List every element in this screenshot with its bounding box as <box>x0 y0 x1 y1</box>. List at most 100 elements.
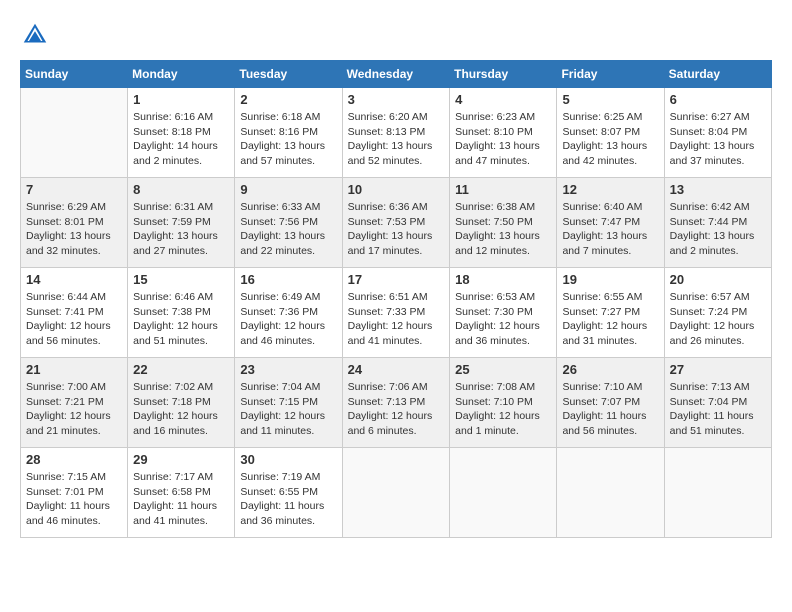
day-info: Sunrise: 7:06 AMSunset: 7:13 PMDaylight:… <box>348 380 445 439</box>
day-info: Sunrise: 7:04 AMSunset: 7:15 PMDaylight:… <box>240 380 336 439</box>
day-number: 16 <box>240 272 336 287</box>
day-info: Sunrise: 6:40 AMSunset: 7:47 PMDaylight:… <box>562 200 658 259</box>
column-header-monday: Monday <box>128 61 235 88</box>
column-header-saturday: Saturday <box>664 61 771 88</box>
day-info: Sunrise: 7:13 AMSunset: 7:04 PMDaylight:… <box>670 380 766 439</box>
calendar-cell: 7 Sunrise: 6:29 AMSunset: 8:01 PMDaylight… <box>21 178 128 268</box>
column-header-wednesday: Wednesday <box>342 61 450 88</box>
calendar-cell: 12 Sunrise: 6:40 AMSunset: 7:47 PMDayligh… <box>557 178 664 268</box>
day-number: 23 <box>240 362 336 377</box>
calendar-cell: 28 Sunrise: 7:15 AMSunset: 7:01 PMDayligh… <box>21 448 128 538</box>
column-header-friday: Friday <box>557 61 664 88</box>
week-row-3: 14 Sunrise: 6:44 AMSunset: 7:41 PMDayligh… <box>21 268 772 358</box>
day-info: Sunrise: 6:20 AMSunset: 8:13 PMDaylight:… <box>348 110 445 169</box>
calendar-cell: 8 Sunrise: 6:31 AMSunset: 7:59 PMDaylight… <box>128 178 235 268</box>
calendar-cell: 3 Sunrise: 6:20 AMSunset: 8:13 PMDaylight… <box>342 88 450 178</box>
day-number: 19 <box>562 272 658 287</box>
column-header-sunday: Sunday <box>21 61 128 88</box>
calendar-cell: 25 Sunrise: 7:08 AMSunset: 7:10 PMDayligh… <box>450 358 557 448</box>
day-number: 30 <box>240 452 336 467</box>
day-info: Sunrise: 6:36 AMSunset: 7:53 PMDaylight:… <box>348 200 445 259</box>
calendar-header-row: SundayMondayTuesdayWednesdayThursdayFrid… <box>21 61 772 88</box>
day-number: 10 <box>348 182 445 197</box>
calendar-cell <box>557 448 664 538</box>
calendar-cell: 5 Sunrise: 6:25 AMSunset: 8:07 PMDaylight… <box>557 88 664 178</box>
day-number: 22 <box>133 362 229 377</box>
calendar-cell: 2 Sunrise: 6:18 AMSunset: 8:16 PMDaylight… <box>235 88 342 178</box>
calendar-cell: 20Sunrise: 6:57 AMSunset: 7:24 PMDayligh… <box>664 268 771 358</box>
day-number: 7 <box>26 182 122 197</box>
calendar-cell: 19 Sunrise: 6:55 AMSunset: 7:27 PMDayligh… <box>557 268 664 358</box>
day-number: 14 <box>26 272 122 287</box>
day-number: 25 <box>455 362 551 377</box>
day-info: Sunrise: 7:08 AMSunset: 7:10 PMDaylight:… <box>455 380 551 439</box>
calendar-cell: 15 Sunrise: 6:46 AMSunset: 7:38 PMDayligh… <box>128 268 235 358</box>
calendar-cell: 11 Sunrise: 6:38 AMSunset: 7:50 PMDayligh… <box>450 178 557 268</box>
day-number: 8 <box>133 182 229 197</box>
day-number: 4 <box>455 92 551 107</box>
calendar-cell: 13 Sunrise: 6:42 AMSunset: 7:44 PMDayligh… <box>664 178 771 268</box>
day-number: 2 <box>240 92 336 107</box>
calendar-cell: 30 Sunrise: 7:19 AMSunset: 6:55 PMDayligh… <box>235 448 342 538</box>
day-info: Sunrise: 6:31 AMSunset: 7:59 PMDaylight:… <box>133 200 229 259</box>
calendar-cell: 9 Sunrise: 6:33 AMSunset: 7:56 PMDaylight… <box>235 178 342 268</box>
calendar: SundayMondayTuesdayWednesdayThursdayFrid… <box>20 60 772 538</box>
day-info: Sunrise: 6:42 AMSunset: 7:44 PMDaylight:… <box>670 200 766 259</box>
day-info: Sunrise: 6:16 AMSunset: 8:18 PMDaylight:… <box>133 110 229 169</box>
day-number: 21 <box>26 362 122 377</box>
calendar-cell: 6Sunrise: 6:27 AMSunset: 8:04 PMDaylight… <box>664 88 771 178</box>
calendar-cell: 17 Sunrise: 6:51 AMSunset: 7:33 PMDayligh… <box>342 268 450 358</box>
day-number: 5 <box>562 92 658 107</box>
logo <box>20 20 54 50</box>
day-number: 17 <box>348 272 445 287</box>
day-number: 13 <box>670 182 766 197</box>
day-info: Sunrise: 6:49 AMSunset: 7:36 PMDaylight:… <box>240 290 336 349</box>
day-info: Sunrise: 6:27 AMSunset: 8:04 PMDaylight:… <box>670 110 766 169</box>
day-number: 28 <box>26 452 122 467</box>
week-row-1: 1 Sunrise: 6:16 AMSunset: 8:18 PMDaylight… <box>21 88 772 178</box>
day-number: 9 <box>240 182 336 197</box>
day-number: 24 <box>348 362 445 377</box>
calendar-cell <box>342 448 450 538</box>
day-info: Sunrise: 6:38 AMSunset: 7:50 PMDaylight:… <box>455 200 551 259</box>
calendar-cell <box>21 88 128 178</box>
day-info: Sunrise: 6:44 AMSunset: 7:41 PMDaylight:… <box>26 290 122 349</box>
day-info: Sunrise: 6:29 AMSunset: 8:01 PMDaylight:… <box>26 200 122 259</box>
day-number: 18 <box>455 272 551 287</box>
day-info: Sunrise: 6:23 AMSunset: 8:10 PMDaylight:… <box>455 110 551 169</box>
day-info: Sunrise: 7:10 AMSunset: 7:07 PMDaylight:… <box>562 380 658 439</box>
week-row-2: 7 Sunrise: 6:29 AMSunset: 8:01 PMDaylight… <box>21 178 772 268</box>
day-info: Sunrise: 6:25 AMSunset: 8:07 PMDaylight:… <box>562 110 658 169</box>
day-number: 11 <box>455 182 551 197</box>
day-info: Sunrise: 6:51 AMSunset: 7:33 PMDaylight:… <box>348 290 445 349</box>
calendar-cell: 10 Sunrise: 6:36 AMSunset: 7:53 PMDayligh… <box>342 178 450 268</box>
calendar-cell: 23 Sunrise: 7:04 AMSunset: 7:15 PMDayligh… <box>235 358 342 448</box>
calendar-cell: 22 Sunrise: 7:02 AMSunset: 7:18 PMDayligh… <box>128 358 235 448</box>
week-row-4: 21 Sunrise: 7:00 AMSunset: 7:21 PMDayligh… <box>21 358 772 448</box>
calendar-cell: 1 Sunrise: 6:16 AMSunset: 8:18 PMDaylight… <box>128 88 235 178</box>
day-number: 26 <box>562 362 658 377</box>
day-number: 12 <box>562 182 658 197</box>
day-info: Sunrise: 6:55 AMSunset: 7:27 PMDaylight:… <box>562 290 658 349</box>
day-info: Sunrise: 6:57 AMSunset: 7:24 PMDaylight:… <box>670 290 766 349</box>
day-info: Sunrise: 7:02 AMSunset: 7:18 PMDaylight:… <box>133 380 229 439</box>
day-number: 15 <box>133 272 229 287</box>
calendar-cell: 26 Sunrise: 7:10 AMSunset: 7:07 PMDayligh… <box>557 358 664 448</box>
day-number: 29 <box>133 452 229 467</box>
calendar-cell: 4 Sunrise: 6:23 AMSunset: 8:10 PMDaylight… <box>450 88 557 178</box>
day-info: Sunrise: 6:46 AMSunset: 7:38 PMDaylight:… <box>133 290 229 349</box>
calendar-cell: 16 Sunrise: 6:49 AMSunset: 7:36 PMDayligh… <box>235 268 342 358</box>
page-header <box>20 20 772 50</box>
column-header-tuesday: Tuesday <box>235 61 342 88</box>
day-info: Sunrise: 6:18 AMSunset: 8:16 PMDaylight:… <box>240 110 336 169</box>
day-info: Sunrise: 6:33 AMSunset: 7:56 PMDaylight:… <box>240 200 336 259</box>
day-info: Sunrise: 7:15 AMSunset: 7:01 PMDaylight:… <box>26 470 122 529</box>
day-info: Sunrise: 7:17 AMSunset: 6:58 PMDaylight:… <box>133 470 229 529</box>
calendar-cell: 14 Sunrise: 6:44 AMSunset: 7:41 PMDayligh… <box>21 268 128 358</box>
calendar-cell <box>450 448 557 538</box>
day-info: Sunrise: 7:00 AMSunset: 7:21 PMDaylight:… <box>26 380 122 439</box>
day-number: 27 <box>670 362 766 377</box>
day-number: 1 <box>133 92 229 107</box>
day-info: Sunrise: 7:19 AMSunset: 6:55 PMDaylight:… <box>240 470 336 529</box>
day-number: 3 <box>348 92 445 107</box>
